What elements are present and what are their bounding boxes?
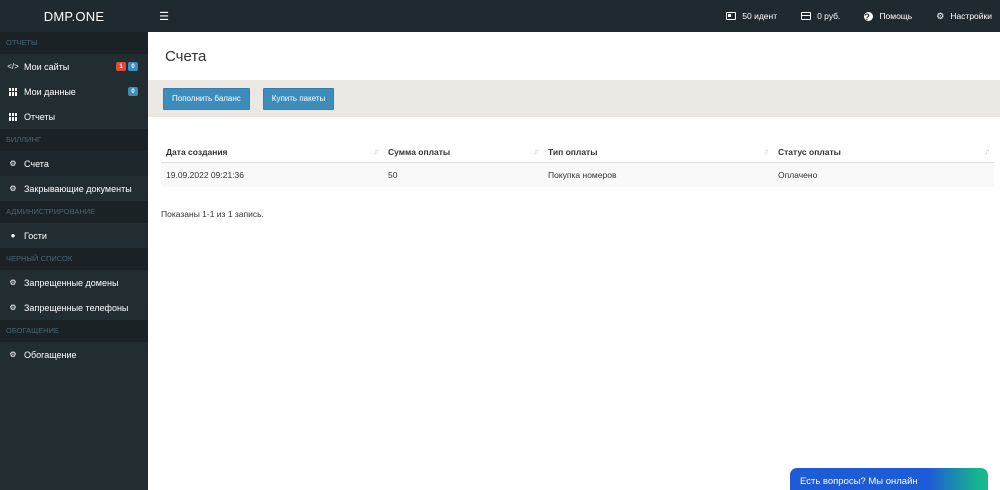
sidebar-item-guests[interactable]: ● Гости <box>0 223 148 248</box>
sidebar-toggle-icon[interactable]: ☰ <box>157 10 171 23</box>
action-bar: Пополнить баланс Купить пакеты <box>148 80 1000 117</box>
invoices-table: Дата создания ↓↑ Сумма оплаты ↓↑ Тип оплат… <box>161 142 994 187</box>
sidebar-item-label: Мои сайты <box>24 61 70 72</box>
sidebar-item-banned-domains[interactable]: ⚙ Запрещенные домены <box>0 270 148 295</box>
cell-payment-status: Оплачено <box>773 161 994 187</box>
id-card-icon <box>726 12 737 20</box>
sidebar-item-label: Счета <box>24 158 49 169</box>
gear-icon: ⚙ <box>9 184 17 193</box>
column-header-amount[interactable]: Сумма оплаты ↓↑ <box>383 142 543 163</box>
gear-icon: ⚙ <box>9 278 17 287</box>
main-content: Счета Пополнить баланс Купить пакеты Дат… <box>148 32 1000 490</box>
sort-icon: ↓↑ <box>373 147 379 156</box>
sidebar-section-admin: АДМИНИСТРИРОВАНИЕ <box>0 201 148 223</box>
badge-count: 0 <box>128 87 138 96</box>
settings-label: Настройки <box>950 11 992 21</box>
gears-icon: ⚙ <box>936 10 945 21</box>
sidebar-section-billing: БИЛЛИНГ <box>0 129 148 151</box>
settings-link[interactable]: ⚙ Настройки <box>936 11 992 22</box>
column-header-label: Тип оплаты <box>548 146 598 157</box>
column-header-payment-status[interactable]: Статус оплаты ↓↑ <box>773 142 994 163</box>
sidebar-item-reports[interactable]: Отчеты <box>0 104 148 129</box>
table-icon <box>8 87 18 96</box>
question-circle-icon: ? <box>864 11 874 22</box>
sidebar-item-label: Закрывающие документы <box>24 183 132 194</box>
sidebar-item-label: Гости <box>24 230 47 241</box>
top-navbar: DMP.ONE ☰ 50 идент 0 руб. ? Помощь ⚙ Нас… <box>0 0 1000 32</box>
sidebar-section-reports: ОТЧЕТЫ <box>0 32 148 54</box>
page-title: Счета <box>165 48 207 65</box>
sort-icon: ↓↑ <box>984 147 990 156</box>
top-nav-menu: 50 идент 0 руб. ? Помощь ⚙ Настройки <box>702 0 1000 32</box>
sidebar-section-enrichment: ОБОГАЩЕНИЕ <box>0 320 148 342</box>
table-icon <box>8 112 18 121</box>
column-header-payment-type[interactable]: Тип оплаты ↓↑ <box>543 142 773 163</box>
sort-icon: ↓↑ <box>763 147 769 156</box>
column-header-label: Сумма оплаты <box>388 146 451 157</box>
column-header-label: Дата создания <box>166 146 228 157</box>
sort-icon: ↓↑ <box>533 147 539 156</box>
topup-balance-button[interactable]: Пополнить баланс <box>163 87 250 110</box>
sidebar-item-closing-docs[interactable]: ⚙ Закрывающие документы <box>0 176 148 201</box>
gear-icon: ⚙ <box>9 350 17 359</box>
code-icon: </> <box>7 62 19 71</box>
sidebar-item-label: Мои данные <box>24 86 76 97</box>
column-header-created-date[interactable]: Дата создания ↓↑ <box>161 142 383 163</box>
buy-packages-button[interactable]: Купить пакеты <box>262 87 335 110</box>
sidebar-item-banned-phones[interactable]: ⚙ Запрещенные телефоны <box>0 295 148 320</box>
sidebar-item-label: Обогащение <box>24 349 77 360</box>
cell-created-date: 19.09.2022 09:21:36 <box>161 161 383 187</box>
idents-counter[interactable]: 50 идент <box>726 11 777 21</box>
sidebar: ОТЧЕТЫ </> Мои сайты 1 0 Мои данные 0 От… <box>0 32 148 490</box>
balance-indicator[interactable]: 0 руб. <box>801 11 840 21</box>
column-header-label: Статус оплаты <box>778 146 841 157</box>
gear-icon: ⚙ <box>9 303 17 312</box>
sidebar-item-my-sites[interactable]: </> Мои сайты 1 0 <box>0 54 148 79</box>
badge-alert-count: 1 <box>116 62 126 71</box>
help-link[interactable]: ? Помощь <box>864 11 913 22</box>
help-label: Помощь <box>879 11 913 21</box>
sidebar-section-blacklist: ЧЕРНЫЙ СПИСОК <box>0 248 148 270</box>
idents-label: 50 идент <box>742 11 778 21</box>
cell-payment-type: Покупка номеров <box>543 161 773 187</box>
sidebar-item-enrichment[interactable]: ⚙ Обогащение <box>0 342 148 367</box>
brand-logo[interactable]: DMP.ONE <box>0 0 148 32</box>
table-row: 19.09.2022 09:21:36 50 Покупка номеров О… <box>161 161 994 187</box>
sidebar-item-label: Запрещенные телефоны <box>24 302 129 313</box>
sidebar-item-my-data[interactable]: Мои данные 0 <box>0 79 148 104</box>
sidebar-item-label: Отчеты <box>24 111 56 122</box>
cell-amount: 50 <box>383 161 543 187</box>
chat-widget-button[interactable]: Есть вопросы? Мы онлайн <box>790 468 988 490</box>
gear-icon: ⚙ <box>9 159 17 168</box>
table-info: Показаны 1-1 из 1 запись. <box>161 209 264 219</box>
users-icon: ● <box>10 231 16 240</box>
badge-count: 0 <box>128 62 138 71</box>
credit-card-icon <box>801 12 812 20</box>
sidebar-item-label: Запрещенные домены <box>24 277 119 288</box>
sidebar-item-invoices[interactable]: ⚙ Счета <box>0 151 148 176</box>
balance-label: 0 руб. <box>817 11 841 21</box>
